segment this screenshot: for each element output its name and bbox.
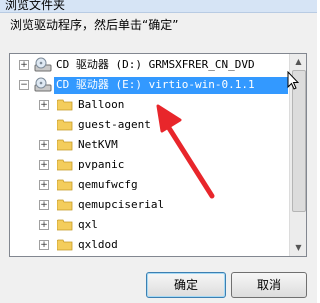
folder-label: qemupciserial	[78, 198, 165, 211]
folder-icon	[57, 179, 73, 191]
expand-toggle[interactable]: +	[19, 60, 29, 70]
title-bar[interactable]: 浏览文件夹	[0, 0, 317, 13]
window-title: 浏览文件夹	[5, 0, 66, 12]
drive-label: CD 驱动器 (E:) virtio-win-0.1.1	[56, 78, 255, 91]
folder-icon	[57, 219, 73, 231]
ok-button[interactable]: 确定	[146, 272, 226, 298]
tree-item-drive-e[interactable]: − CD 驱动器 (E:) virtio-win-0.1.1	[10, 75, 288, 95]
instruction-text: 浏览驱动程序，然后单击“确定”	[10, 18, 179, 32]
collapse-toggle[interactable]: −	[19, 80, 29, 90]
folder-icon	[57, 239, 73, 251]
expand-toggle[interactable]: +	[39, 240, 49, 250]
tree-item-folder[interactable]: + pvpanic	[10, 155, 288, 175]
tree-item-folder[interactable]: + qemupciserial	[10, 195, 288, 215]
cancel-button[interactable]: 取消	[231, 272, 307, 298]
folder-tree[interactable]: + CD 驱动器 (D:) GRMSXFRER_CN_DVD − CD 驱动器 …	[9, 53, 307, 257]
tree-item-drive-d[interactable]: + CD 驱动器 (D:) GRMSXFRER_CN_DVD	[10, 55, 288, 75]
folder-icon	[57, 99, 73, 111]
expand-toggle[interactable]: +	[39, 100, 49, 110]
scroll-up-icon[interactable]: ▲	[292, 56, 305, 68]
expand-toggle[interactable]: +	[39, 220, 49, 230]
folder-label: qxl	[78, 218, 98, 231]
folder-label: Balloon	[78, 98, 125, 111]
scroll-down-icon[interactable]: ▼	[292, 242, 305, 254]
tree-item-folder[interactable]: + qxldod	[10, 235, 288, 255]
folder-label: qxldod	[78, 238, 118, 251]
folder-label: pvpanic	[78, 158, 125, 171]
folder-label: qemufwcfg	[78, 178, 138, 191]
browse-folder-dialog: 浏览驱动程序，然后单击“确定” + CD 驱动器 (D:) GRMSXFRER_…	[0, 13, 317, 303]
folder-label: guest-agent	[78, 118, 151, 131]
drive-label: CD 驱动器 (D:) GRMSXFRER_CN_DVD	[56, 58, 255, 71]
expand-toggle[interactable]: +	[39, 180, 49, 190]
scrollbar-thumb[interactable]	[292, 70, 306, 212]
expand-toggle[interactable]: +	[39, 200, 49, 210]
tree-item-folder[interactable]: + qxl	[10, 215, 288, 235]
tree-item-folder[interactable]: + NetKVM	[10, 135, 288, 155]
tree-item-folder[interactable]: + Balloon	[10, 95, 288, 115]
mouse-pointer-icon	[287, 71, 299, 90]
folder-icon	[57, 159, 73, 171]
expand-toggle[interactable]: +	[39, 160, 49, 170]
tree-item-folder[interactable]: guest-agent	[10, 115, 288, 135]
folder-icon	[57, 139, 73, 151]
tree-item-folder[interactable]: + qemufwcfg	[10, 175, 288, 195]
folder-icon	[57, 119, 73, 131]
cd-drive-icon	[34, 77, 52, 92]
cd-drive-icon	[34, 57, 52, 72]
folder-label: NetKVM	[78, 138, 118, 151]
expand-toggle[interactable]: +	[39, 140, 49, 150]
folder-icon	[57, 199, 73, 211]
